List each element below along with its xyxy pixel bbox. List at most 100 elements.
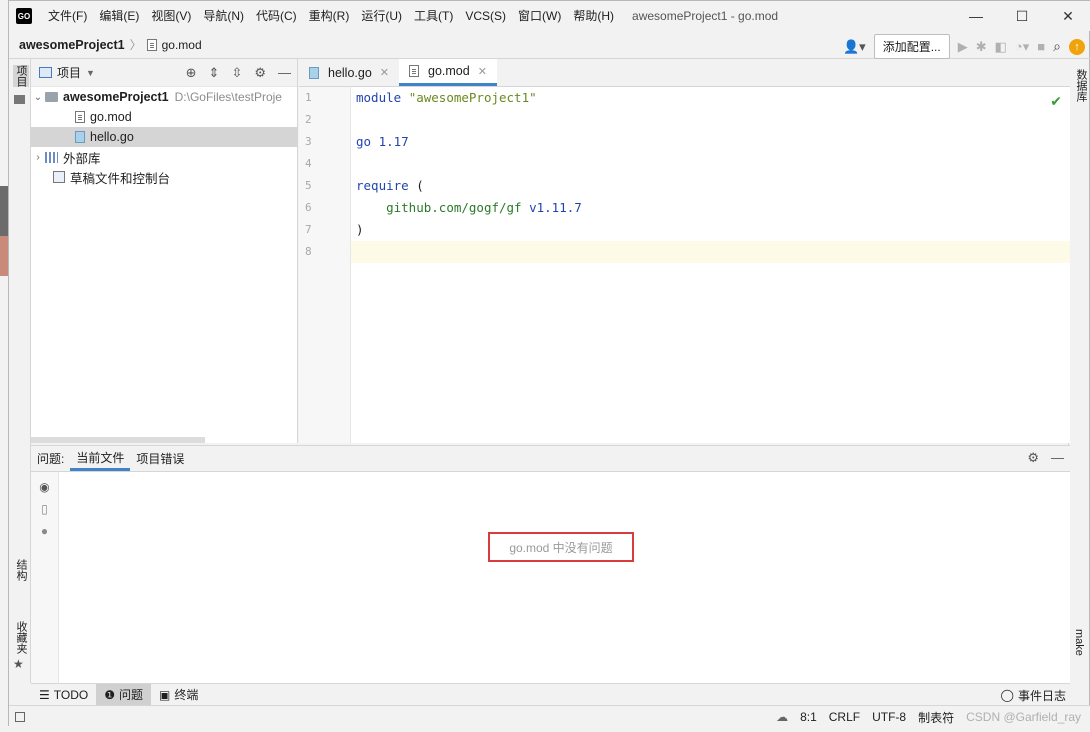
menu-window[interactable]: 窗口(W) — [512, 1, 567, 31]
menu-help[interactable]: 帮助(H) — [567, 1, 620, 31]
menu-edit[interactable]: 编辑(E) — [93, 1, 145, 31]
tree-item-scratches[interactable]: 草稿文件和控制台 — [31, 167, 297, 187]
code-line[interactable]: ) — [351, 219, 1070, 241]
code-line-current[interactable] — [351, 241, 1070, 263]
tree-root[interactable]: ⌄ awesomeProject1 D:\GoFiles\testProje — [31, 87, 297, 107]
file-icon — [75, 111, 85, 123]
line-number: 8 — [305, 245, 312, 258]
menu-tools[interactable]: 工具(T) — [408, 1, 459, 31]
close-icon[interactable]: ✕ — [380, 66, 389, 79]
code-line[interactable]: module "awesomeProject1" — [351, 87, 1070, 109]
menu-view[interactable]: 视图(V) — [145, 1, 197, 31]
stop-icon[interactable]: ■ — [1037, 39, 1045, 54]
chevron-right-icon[interactable]: › — [31, 152, 45, 163]
chevron-down-icon: ▼ — [86, 67, 95, 78]
hide-icon[interactable]: — — [1051, 450, 1064, 466]
menu-file[interactable]: 文件(F) — [42, 1, 93, 31]
tree-item-label: go.mod — [90, 110, 132, 124]
eye-icon[interactable]: ◉ — [31, 480, 58, 494]
hide-icon[interactable]: — — [278, 65, 291, 81]
coverage-icon[interactable]: ◧ — [995, 39, 1007, 55]
locate-icon[interactable]: ⊕ — [186, 65, 197, 81]
project-view-icon — [39, 67, 52, 78]
gear-icon[interactable]: ⚙ — [254, 65, 266, 81]
search-icon[interactable]: ⌕ — [1053, 38, 1061, 55]
menu-vcs[interactable]: VCS(S) — [459, 1, 512, 31]
goland-logo-icon: GO — [16, 8, 32, 24]
update-icon[interactable]: ↑ — [1069, 38, 1085, 55]
line-number: 7 — [305, 223, 312, 236]
debug-icon[interactable]: ✱ — [976, 39, 987, 55]
tab-project-errors[interactable]: 项目错误 — [130, 446, 190, 471]
menu-refactor[interactable]: 重构(R) — [303, 1, 356, 31]
menu-code[interactable]: 代码(C) — [250, 1, 303, 31]
chevron-down-icon[interactable]: ⌄ — [31, 92, 45, 103]
title-bar: GO 文件(F) 编辑(E) 视图(V) 导航(N) 代码(C) 重构(R) 运… — [9, 1, 1090, 31]
user-account-icon[interactable]: 👤▾ — [843, 39, 866, 55]
folder-icon — [14, 95, 25, 104]
lightbulb-icon[interactable]: ● — [31, 524, 58, 538]
tree-item-go-mod[interactable]: go.mod — [31, 107, 297, 127]
tab-current-file[interactable]: 当前文件 — [70, 446, 131, 471]
tab-hello-go[interactable]: hello.go ✕ — [299, 59, 399, 86]
gear-icon[interactable]: ⚙ — [1027, 450, 1039, 466]
inspection-icon[interactable]: ☁ — [776, 710, 788, 724]
problems-panel: 问题: 当前文件 项目错误 ⚙ — ◉ ▯ ● go.mod 中没有问题 — [31, 445, 1070, 684]
go-file-icon — [75, 131, 85, 143]
project-view-selector[interactable]: 项目 ▼ — [39, 64, 95, 81]
problems-side-toolbar: ◉ ▯ ● — [31, 472, 59, 684]
code-editor[interactable]: module "awesomeProject1" go 1.17 require… — [351, 87, 1070, 443]
close-button[interactable]: ✕ — [1045, 1, 1090, 31]
database-tool-tab[interactable]: 数据库 — [1073, 69, 1089, 102]
tab-go-mod[interactable]: go.mod ✕ — [399, 59, 497, 86]
problems-header: 问题: 当前文件 项目错误 — [31, 446, 1070, 472]
line-separator[interactable]: CRLF — [829, 710, 860, 724]
bottom-tool-bar: ☰ TODO ❶ 问题 ▣ 终端 ◯ 事件日志 — [31, 683, 1070, 706]
minimize-button[interactable]: — — [953, 1, 999, 31]
expand-all-icon[interactable]: ⇕ — [209, 65, 220, 81]
project-view-label: 项目 — [57, 66, 82, 80]
todo-tool-button[interactable]: ☰ TODO — [31, 684, 96, 706]
make-tool-tab[interactable]: make — [1073, 629, 1085, 656]
menu-run[interactable]: 运行(U) — [355, 1, 408, 31]
event-log-button[interactable]: ◯ 事件日志 — [1001, 684, 1066, 706]
code-line[interactable]: require ( — [351, 175, 1070, 197]
problems-icon: ❶ — [104, 687, 115, 702]
code-line[interactable] — [351, 153, 1070, 175]
collapse-all-icon[interactable]: ⇳ — [231, 65, 242, 81]
breadcrumb-project[interactable]: awesomeProject1 — [19, 38, 125, 52]
no-problems-check-icon[interactable]: ✔ — [1050, 93, 1062, 110]
event-log-icon: ◯ — [1000, 688, 1014, 702]
tree-item-hello-go[interactable]: hello.go — [31, 127, 297, 147]
code-line[interactable]: github.com/gogf/gf v1.11.7 — [351, 197, 1070, 219]
breadcrumb-file[interactable]: go.mod — [162, 38, 202, 52]
tree-item-external-libs[interactable]: › 外部库 — [31, 147, 297, 167]
scratch-icon — [53, 171, 65, 183]
watermark: CSDN @Garfield_ray — [966, 710, 1081, 724]
close-icon[interactable]: ✕ — [478, 65, 487, 78]
caret-position[interactable]: 8:1 — [800, 710, 817, 724]
profile-icon[interactable]: ◔▾ — [1015, 39, 1029, 55]
code-paren: ) — [356, 222, 364, 237]
code-keyword: go — [356, 134, 372, 149]
horizontal-scrollbar[interactable] — [31, 437, 205, 443]
editor-area: hello.go ✕ go.mod ✕ 1 2 3 4 5 6 7 8 modu… — [299, 59, 1070, 443]
code-line[interactable] — [351, 109, 1070, 131]
terminal-tool-button[interactable]: ▣ 终端 — [151, 684, 206, 706]
structure-tool-tab[interactable]: 结构 — [13, 559, 29, 581]
terminal-label: 终端 — [174, 688, 199, 702]
favorites-tool-tab[interactable]: 收藏夹 — [13, 621, 29, 654]
project-tool-tab[interactable]: 项目 — [13, 65, 29, 87]
indent-setting[interactable]: 制表符 — [918, 709, 954, 726]
navigation-bar: awesomeProject1 〉 go.mod 👤▾ 添加配置... ▶ ✱ … — [9, 31, 1090, 59]
menu-navigate[interactable]: 导航(N) — [197, 1, 250, 31]
problems-tool-button[interactable]: ❶ 问题 — [96, 683, 151, 706]
add-configuration-button[interactable]: 添加配置... — [873, 34, 950, 59]
preview-icon[interactable]: ▯ — [31, 502, 58, 516]
file-encoding[interactable]: UTF-8 — [872, 710, 906, 724]
run-icon[interactable]: ▶ — [958, 39, 968, 55]
toggle-tool-windows-icon[interactable] — [15, 711, 25, 722]
maximize-button[interactable]: ☐ — [999, 1, 1045, 31]
terminal-icon: ▣ — [159, 687, 171, 702]
code-line[interactable]: go 1.17 — [351, 131, 1070, 153]
